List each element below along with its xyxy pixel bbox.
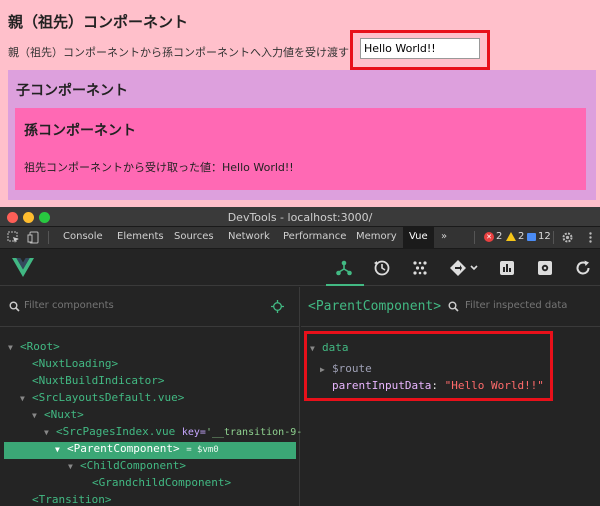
kebab-menu-icon[interactable] bbox=[584, 231, 597, 244]
info-count-badge[interactable]: 12 bbox=[527, 231, 551, 242]
performance-icon[interactable] bbox=[411, 259, 429, 277]
tree-node-nuxt[interactable]: ▼ <Nuxt> bbox=[32, 408, 84, 425]
tree-node-nuxt-build-indicator[interactable]: <NuxtBuildIndicator> bbox=[32, 374, 164, 391]
select-element-icon[interactable] bbox=[7, 231, 20, 244]
child-component-title: 子コンポーネント bbox=[16, 83, 128, 99]
component-inspector-pane: <ParentComponent> ▼data ▶$route parentIn… bbox=[301, 287, 600, 506]
message-icon bbox=[527, 232, 536, 241]
search-icon bbox=[9, 301, 20, 312]
error-count-badge[interactable]: ✕ 2 bbox=[484, 231, 502, 242]
settings-icon[interactable] bbox=[536, 259, 554, 277]
refresh-icon[interactable] bbox=[574, 259, 592, 277]
parent-input-label: 親（祖先）コンポーネントから孫コンポーネントへ入力値を受け渡す： bbox=[8, 46, 360, 59]
parent-input-data-property[interactable]: parentInputData: "Hello World!!" bbox=[332, 379, 544, 392]
active-tool-indicator bbox=[326, 284, 364, 286]
tree-node-transition[interactable]: <Transition> bbox=[32, 493, 111, 506]
grandchild-value: Hello World!! bbox=[222, 161, 294, 174]
vue-logo-icon bbox=[12, 258, 34, 277]
components-filter-bar bbox=[0, 287, 299, 327]
inspector-header: <ParentComponent> bbox=[301, 287, 600, 327]
vue-devtools-toolbar bbox=[0, 250, 600, 286]
components-icon[interactable] bbox=[335, 259, 353, 277]
tab-separator bbox=[48, 231, 49, 244]
grandchild-received-value: 祖先コンポーネントから受け取った値：Hello World!! bbox=[24, 159, 294, 175]
filter-components-input[interactable] bbox=[24, 300, 184, 311]
tree-node-root[interactable]: ▼ <Root> bbox=[8, 340, 60, 357]
grandchild-label: 祖先コンポーネントから受け取った値： bbox=[24, 161, 222, 174]
components-tree-pane: ▼<Root> <NuxtLoading> <NuxtBuildIndicato… bbox=[0, 287, 302, 506]
inspected-component-name: <ParentComponent> bbox=[308, 299, 442, 314]
timeline-icon[interactable] bbox=[373, 259, 391, 277]
tab-performance[interactable]: Performance bbox=[283, 231, 346, 242]
vue-app-page: 親（祖先）コンポーネント 親（祖先）コンポーネントから孫コンポーネントへ入力値を… bbox=[0, 0, 600, 207]
window-titlebar: DevTools - localhost:3000/ bbox=[0, 207, 600, 227]
warning-icon bbox=[506, 232, 516, 241]
tree-node-child-component[interactable]: ▼ <ChildComponent> bbox=[68, 459, 186, 476]
window-title: DevTools - localhost:3000/ bbox=[227, 211, 373, 224]
tree-node-parent-component[interactable]: ▼ <ParentComponent> = $vm0 bbox=[4, 442, 296, 459]
tab-vue[interactable]: Vue bbox=[403, 227, 434, 249]
more-tabs-button[interactable]: » bbox=[441, 231, 447, 242]
tree-node-nuxt-loading[interactable]: <NuxtLoading> bbox=[32, 357, 118, 374]
settings-gear-icon[interactable] bbox=[561, 231, 574, 244]
device-toggle-icon[interactable] bbox=[27, 231, 40, 244]
tab-separator bbox=[553, 231, 554, 244]
data-section-toggle[interactable]: ▼ data bbox=[310, 341, 349, 354]
tree-node-pages-index[interactable]: ▼ <SrcPagesIndex.vue key='__transition-9- bbox=[44, 425, 302, 442]
parent-text-input[interactable] bbox=[360, 38, 480, 59]
tab-network[interactable]: Network bbox=[228, 231, 270, 242]
grandchild-component-title: 孫コンポーネント bbox=[24, 123, 136, 139]
tab-sources[interactable]: Sources bbox=[174, 231, 214, 242]
tab-elements[interactable]: Elements bbox=[117, 231, 164, 242]
child-component-box: 子コンポーネント 孫コンポーネント 祖先コンポーネントから受け取った値：Hell… bbox=[8, 70, 596, 200]
filter-inspected-data-input[interactable] bbox=[465, 300, 595, 311]
tab-separator bbox=[474, 231, 475, 244]
parent-component-title: 親（祖先）コンポーネント bbox=[8, 13, 189, 31]
tree-node-grandchild-component[interactable]: <GrandchildComponent> bbox=[92, 476, 231, 493]
search-icon bbox=[448, 301, 459, 312]
chart-icon[interactable] bbox=[498, 259, 516, 277]
tab-console[interactable]: Console bbox=[63, 231, 103, 242]
grandchild-component-box: 孫コンポーネント 祖先コンポーネントから受け取った値：Hello World!! bbox=[15, 108, 586, 190]
tab-memory[interactable]: Memory bbox=[356, 231, 397, 242]
routing-icon[interactable] bbox=[449, 259, 479, 277]
error-icon: ✕ bbox=[484, 231, 494, 242]
target-icon[interactable] bbox=[271, 300, 284, 313]
devtools-window: DevTools - localhost:3000/ Console Eleme… bbox=[0, 207, 600, 506]
tree-node-layouts-default[interactable]: ▼ <SrcLayoutsDefault.vue> bbox=[20, 391, 184, 408]
devtools-tabbar: Console Elements Sources Network Perform… bbox=[0, 227, 600, 249]
route-property[interactable]: ▶ $route bbox=[320, 362, 372, 375]
warning-count-badge[interactable]: 2 bbox=[506, 231, 524, 242]
